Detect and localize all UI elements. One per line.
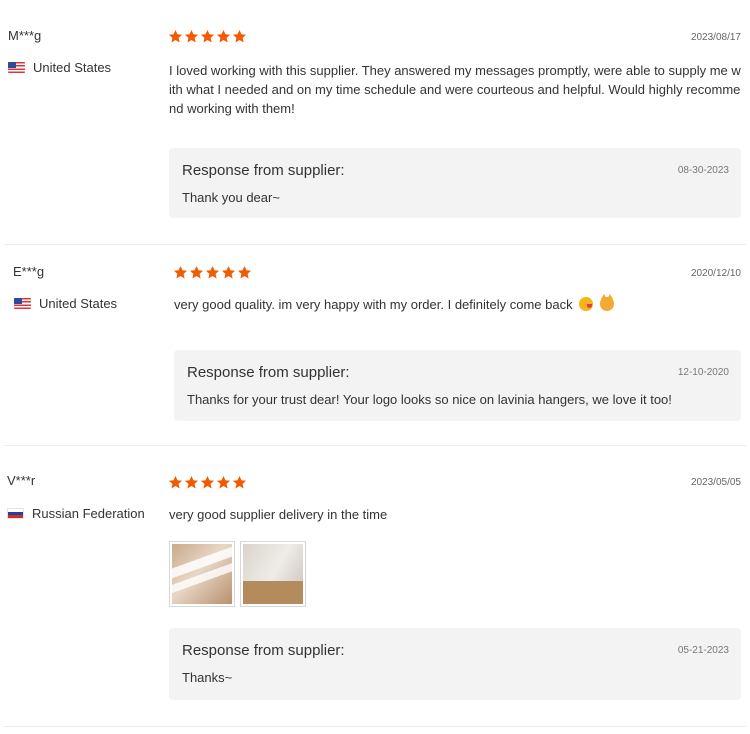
response-date: 12-10-2020 — [677, 367, 729, 378]
us-flag-icon — [14, 298, 31, 309]
supplier-response: Response from supplier: 08-30-2023 Thank… — [169, 148, 741, 218]
star-icon — [221, 265, 236, 280]
response-text: Thanks~ — [182, 670, 233, 685]
russia-flag-icon — [7, 508, 24, 519]
review-photo-box[interactable] — [240, 541, 306, 607]
star-icon — [200, 475, 215, 490]
review-comment: I loved working with this supplier. They… — [169, 63, 741, 116]
review-card: M***g United States 2023/08/17 I loved w… — [0, 0, 750, 245]
review-card: V***r Russian Federation 2023/05/05 very… — [0, 446, 750, 734]
country-label: Russian Federation — [32, 506, 145, 521]
star-icon — [168, 475, 183, 490]
review-date: 2023/05/05 — [690, 477, 741, 488]
star-icon — [232, 475, 247, 490]
response-text: Thanks for your trust dear! Your logo lo… — [187, 392, 672, 407]
reviewer-name: M***g — [8, 28, 42, 43]
review-date: 2020/12/10 — [690, 268, 741, 279]
reviewer-country: United States — [14, 296, 117, 311]
review-photo-hangers[interactable] — [169, 541, 235, 607]
star-icon — [200, 29, 215, 44]
us-flag-icon — [8, 62, 25, 73]
star-icon — [184, 29, 199, 44]
response-title: Response from supplier: — [187, 364, 350, 381]
star-icon — [189, 265, 204, 280]
star-icon — [168, 29, 183, 44]
review-card: E***g United States 2020/12/10 very good… — [0, 245, 750, 446]
supplier-response: Response from supplier: 05-21-2023 Thank… — [169, 628, 741, 700]
reviewer-country: United States — [8, 60, 111, 75]
comment-text: very good quality. im very happy with my… — [174, 297, 573, 312]
star-rating — [168, 475, 247, 490]
star-icon — [205, 265, 220, 280]
review-comment: very good quality. im very happy with my… — [174, 294, 614, 314]
star-rating — [168, 29, 247, 44]
response-title: Response from supplier: — [182, 642, 345, 659]
response-title: Response from supplier: — [182, 162, 345, 179]
review-divider — [4, 726, 746, 727]
star-icon — [216, 29, 231, 44]
star-icon — [184, 475, 199, 490]
supplier-response: Response from supplier: 12-10-2020 Thank… — [174, 350, 741, 421]
star-icon — [216, 475, 231, 490]
response-date: 05-21-2023 — [677, 645, 729, 656]
country-label: United States — [39, 296, 118, 311]
review-photos — [169, 541, 306, 607]
star-icon — [232, 29, 247, 44]
winking-face-emoji-icon — [579, 297, 594, 311]
country-label: United States — [33, 60, 112, 75]
review-date: 2023/08/17 — [690, 32, 741, 43]
reviewer-name: E***g — [13, 264, 45, 279]
reviewer-country: Russian Federation — [7, 506, 145, 521]
star-icon — [237, 265, 252, 280]
reviewer-name: V***r — [7, 473, 36, 488]
star-rating — [173, 265, 252, 280]
response-date: 08-30-2023 — [677, 165, 729, 176]
star-icon — [173, 265, 188, 280]
response-text: Thank you dear~ — [182, 190, 280, 205]
cat-face-emoji-icon — [599, 294, 614, 311]
review-comment: very good supplier delivery in the time — [169, 507, 388, 522]
